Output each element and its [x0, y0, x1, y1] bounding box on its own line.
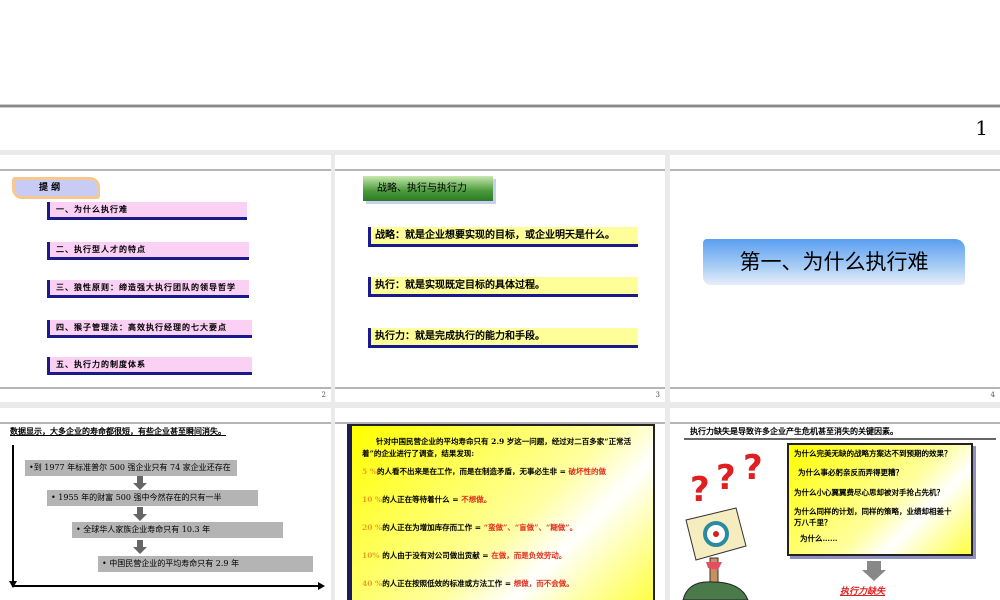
question-mark-icon: ? [716, 458, 736, 498]
slide-thumbnail-5[interactable]: 数据显示，大多企业的寿命都很短，有些企业甚至瞬间消失。 •到 1977 年标准普… [0, 408, 331, 600]
outline-item: 三、狼性原则：缔造强大执行团队的领导哲学 [47, 280, 249, 295]
question: 为什么小心翼翼费尽心思却被对手抢占先机？ [794, 488, 944, 497]
survey-box: 针对中国民营企业的平均寿命只有 2.9 岁这一问题，经过对二百多家“正常活着”的… [347, 424, 655, 600]
page-number: 2 [321, 391, 326, 399]
title-underline [684, 438, 996, 440]
horizontal-arrow [12, 585, 320, 587]
fact-box: • 中国民营企业的平均寿命只有 2.9 年 [98, 556, 313, 572]
definition-item: 执行：就是实现既定目标的具体过程。 [368, 277, 638, 294]
definition-item: 战略：就是企业想要实现的目标，或企业明天是什么。 [368, 227, 638, 244]
outline-title: 提 纲 [12, 177, 100, 199]
survey-row: 40 %的人正在按照低效的标准或方法工作 = 想做，而不会做。 [362, 579, 574, 588]
survey-row: 20 %的人正在为增加库存而工作 = “蛮做”、“盲做”、“糊做”。 [362, 523, 578, 532]
survey-row: 10% 的人由于没有对公司做出贡献 = 在做，而是负效劳动。 [362, 551, 567, 560]
slide-1-partial[interactable]: 1 [0, 0, 1000, 150]
vertical-arrow [12, 445, 14, 585]
slide-thumbnail-4[interactable]: 4 第一、为什么执行难 [670, 155, 1000, 402]
page-number: 4 [990, 391, 995, 399]
definition-item: 执行力：就是完成执行的能力和手段。 [368, 328, 638, 345]
fact-box: • 1955 年的财富 500 强中今然存在的只有一半 [47, 490, 258, 506]
outline-item: 一、为什么执行难 [47, 202, 247, 217]
slide-title: 执行力缺失是导致许多企业产生危机甚至消失的关键因素。 [690, 426, 898, 436]
slide-divider [0, 104, 1000, 108]
questions-box: 为什么完美无缺的战略方案达不到预期的效果？ 为什么事必躬亲反而弄得更糟？ 为什么… [787, 443, 973, 556]
slide-thumbnail-6[interactable]: 针对中国民营企业的平均寿命只有 2.9 岁这一问题，经过对二百多家“正常活着”的… [335, 408, 665, 600]
question: 为什么同样的计划，同样的策略，业绩却相差十万八千里？ [794, 507, 952, 527]
confused-person-illustration [682, 507, 749, 600]
survey-intro: 针对中国民营企业的平均寿命只有 2.9 岁这一问题，经过对二百多家“正常活着”的… [362, 437, 632, 458]
arrow-head-right [318, 582, 325, 590]
outline-item: 二、执行型人才的特点 [47, 242, 249, 257]
section-banner: 第一、为什么执行难 [703, 239, 965, 285]
survey-row: 5 %的人看不出来是在工作，而是在制造矛盾，无事必生非 = 破坏性的做 [362, 467, 606, 476]
slide-title: 数据显示，大多企业的寿命都很短，有些企业甚至瞬间消失。 [10, 426, 226, 436]
section-title: 战略、执行与执行力 [363, 176, 493, 201]
question: 为什么事必躬亲反而弄得更糟？ [798, 468, 903, 477]
page-number: 1 [975, 116, 988, 140]
conclusion-label: 执行力缺失 [840, 587, 886, 597]
down-arrow-icon [862, 561, 886, 581]
down-arrow-icon [133, 540, 147, 554]
fact-box: • 全球华人家族企业寿命只有 10.3 年 [72, 522, 283, 538]
question-mark-icon: ? [743, 448, 763, 488]
page-number: 3 [655, 391, 660, 399]
question: 为什么…… [800, 534, 838, 543]
outline-item: 四、猴子管理法：高效执行经理的七大要点 [47, 320, 252, 335]
survey-row: 10 %的人正在等待着什么 = 不想做。 [362, 495, 492, 504]
fact-box: •到 1977 年标准普尔 500 强企业只有 74 家企业还存在 [25, 460, 237, 476]
slide-thumbnail-3[interactable]: 3 战略、执行与执行力 战略：就是企业想要实现的目标，或企业明天是什么。 执行：… [335, 155, 665, 402]
question: 为什么完美无缺的战略方案达不到预期的效果？ [794, 449, 952, 458]
down-arrow-icon [133, 476, 147, 490]
outline-item: 五、执行力的制度体系 [47, 357, 252, 372]
down-arrow-icon [133, 507, 147, 521]
slide-thumbnail-7[interactable]: 执行力缺失是导致许多企业产生危机甚至消失的关键因素。 ? ? ? 为什么完美无缺… [670, 408, 1000, 600]
slide-thumbnail-2[interactable]: 2 提 纲 一、为什么执行难 二、执行型人才的特点 三、狼性原则：缔造强大执行团… [0, 155, 331, 402]
